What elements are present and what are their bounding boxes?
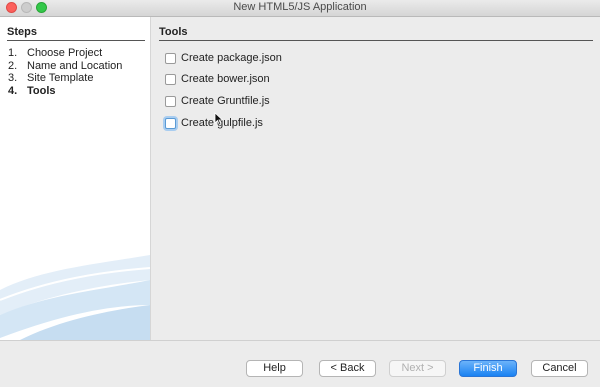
create-gulpfile-checkbox[interactable]	[165, 117, 176, 129]
wizard-swoosh-graphic	[0, 255, 150, 340]
step-number: 2.	[8, 59, 18, 72]
create-package-json-option[interactable]: Create package.json	[165, 51, 282, 65]
step-label: Choose Project	[27, 47, 103, 59]
create-bower-json-option[interactable]: Create bower.json	[165, 72, 270, 86]
step-item-choose-project: 1. Choose Project	[8, 47, 122, 60]
steps-panel: Steps 1. Choose Project 2. Name and Loca…	[0, 17, 150, 340]
create-bower-json-checkbox[interactable]	[165, 73, 176, 85]
next-button[interactable]: Next >	[389, 360, 446, 377]
step-label: Name and Location	[27, 59, 123, 72]
mouse-pointer-icon	[214, 112, 224, 126]
window-title: New HTML5/JS Application	[233, 1, 367, 13]
back-button[interactable]: < Back	[319, 360, 376, 377]
step-number: 3.	[8, 72, 18, 84]
step-item-name-and-location: 2. Name and Location	[8, 60, 122, 73]
tools-header: Tools	[159, 26, 593, 41]
step-label: Site Template	[27, 72, 94, 84]
help-button[interactable]: Help	[246, 360, 303, 377]
step-item-site-template: 3. Site Template	[8, 72, 122, 85]
create-package-json-label: Create package.json	[181, 52, 282, 64]
create-gruntfile-checkbox[interactable]	[165, 95, 176, 107]
create-gruntfile-label: Create Gruntfile.js	[181, 95, 270, 107]
step-item-tools: 4. Tools	[8, 85, 122, 98]
create-bower-json-label: Create bower.json	[181, 73, 270, 85]
step-label: Tools	[27, 84, 56, 97]
tools-panel: Tools Create package.json Create bower.j…	[151, 17, 600, 340]
dialog-window: New HTML5/JS Application Steps 1. Choose…	[0, 0, 600, 387]
footer-divider	[0, 340, 600, 341]
step-number: 1.	[8, 47, 18, 59]
cancel-button[interactable]: Cancel	[531, 360, 588, 377]
finish-button[interactable]: Finish	[459, 360, 517, 377]
steps-list: 1. Choose Project 2. Name and Location 3…	[8, 47, 122, 97]
create-gruntfile-option[interactable]: Create Gruntfile.js	[165, 94, 270, 108]
step-number: 4.	[8, 84, 18, 97]
create-package-json-checkbox[interactable]	[165, 52, 176, 64]
title-bar[interactable]: New HTML5/JS Application	[0, 0, 600, 17]
steps-header: Steps	[7, 26, 145, 41]
